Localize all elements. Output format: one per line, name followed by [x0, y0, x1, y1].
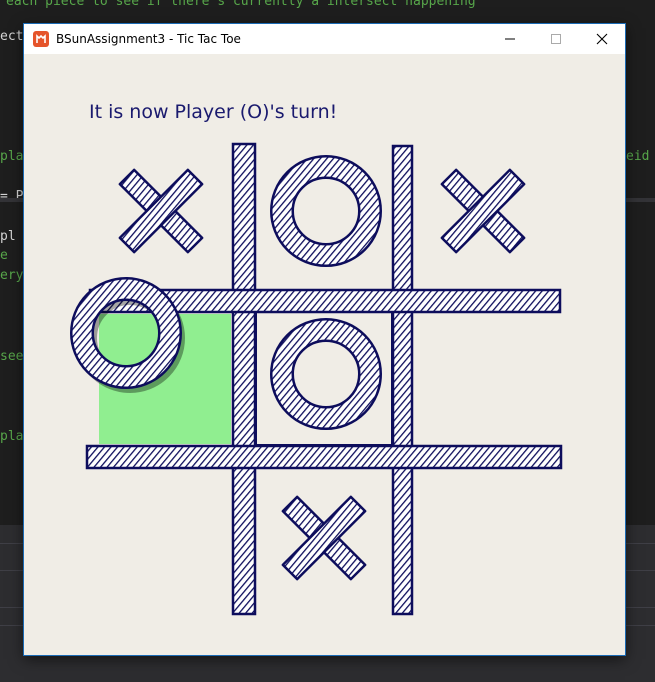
board-cell-9[interactable] [397, 469, 527, 619]
code-line: pla [0, 149, 24, 164]
minimize-icon [505, 38, 515, 40]
grid-line [231, 142, 257, 616]
board-cell-7[interactable] [99, 469, 231, 619]
code-line: ery [0, 268, 24, 283]
tic-tac-toe-board [70, 142, 563, 619]
close-icon [596, 33, 608, 45]
board-cell-6[interactable] [397, 319, 527, 459]
window-title: BSunAssignment3 - Tic Tac Toe [56, 32, 241, 46]
code-line: e [0, 248, 8, 263]
monogame-icon [33, 31, 49, 47]
code-line: each piece to see if there's currently a… [6, 0, 476, 9]
game-canvas: It is now Player (O)'s turn! [24, 54, 625, 655]
minimize-button[interactable] [487, 24, 533, 54]
code-line: pl [0, 229, 16, 244]
code-line: ect [0, 29, 24, 44]
code-line: eid [626, 149, 650, 164]
maximize-button[interactable] [533, 24, 579, 54]
title-bar[interactable]: BSunAssignment3 - Tic Tac Toe [24, 24, 625, 54]
maximize-icon [551, 34, 561, 44]
code-line: see [0, 349, 24, 364]
code-line: pla [0, 429, 24, 444]
game-window: BSunAssignment3 - Tic Tac Toe It is now … [24, 24, 625, 655]
close-button[interactable] [579, 24, 625, 54]
